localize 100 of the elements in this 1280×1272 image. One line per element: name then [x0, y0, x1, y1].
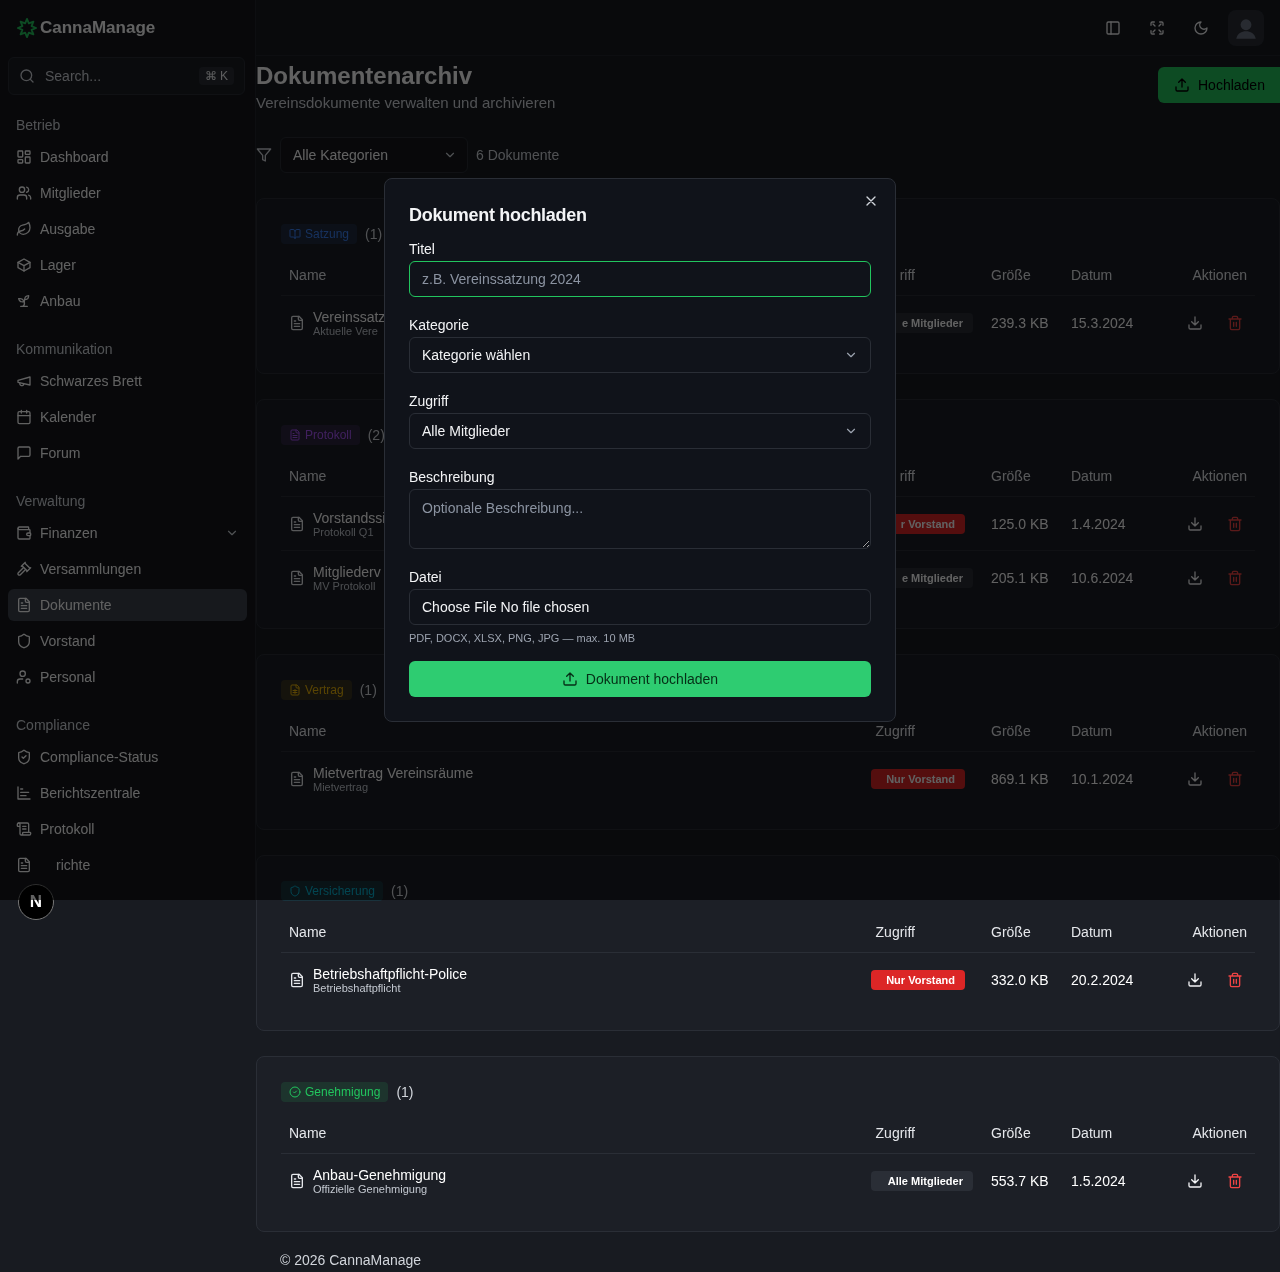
nav-item[interactable]: Ausgabe: [8, 213, 247, 245]
file-input[interactable]: Choose File No file chosen: [409, 589, 871, 625]
moon-icon: [1193, 19, 1209, 36]
column-header: Datum: [1071, 468, 1113, 484]
download-icon: [1187, 971, 1203, 988]
select-field[interactable]: Alle Mitglieder: [409, 413, 871, 449]
date-cell: 15.3.2024: [1071, 314, 1134, 331]
document-name[interactable]: Mietvertrag Vereinsräume: [313, 764, 474, 781]
access-badge: Nur Vorstand: [871, 768, 965, 789]
nav-item[interactable]: richte: [8, 849, 247, 881]
field-label: Beschreibung: [409, 469, 495, 485]
file-icon: [289, 770, 305, 787]
size-cell: 205.1 KB: [991, 569, 1049, 586]
scroll-icon: [16, 821, 32, 837]
category-count: (1): [391, 883, 409, 899]
panel-icon: [1105, 19, 1121, 36]
search-field[interactable]: Search... ⌘ K: [8, 57, 245, 95]
column-header: Datum: [1071, 267, 1113, 283]
dashboard-icon: [16, 149, 32, 165]
file-icon: [289, 569, 305, 586]
column-header: Datum: [1071, 924, 1113, 940]
submit-upload-button[interactable]: Dokument hochladen: [409, 661, 871, 697]
document-name[interactable]: Vereinssatz: [313, 308, 386, 325]
date-cell: 1.5.2024: [1071, 1172, 1126, 1189]
document-description: Mietvertrag: [313, 780, 369, 793]
check-circle-icon: [289, 1086, 301, 1098]
field-label: Titel: [409, 241, 435, 257]
upload-icon: [1174, 77, 1190, 93]
file-icon: [289, 971, 305, 988]
wallet-icon: [16, 525, 32, 541]
description-textarea[interactable]: Optionale Beschreibung...: [409, 489, 871, 549]
category-filter-select[interactable]: Alle Kategorien: [280, 137, 468, 173]
chart-icon: [16, 785, 32, 801]
nav-item[interactable]: Anbau: [8, 285, 247, 317]
category-count: (1): [396, 1084, 414, 1100]
document-name[interactable]: Mitgliederv: [313, 563, 381, 580]
upload-button[interactable]: Hochladen: [1158, 67, 1280, 103]
field-label: Datei: [409, 569, 442, 585]
nav-item[interactable]: Schwarzes Brett: [8, 365, 247, 397]
document-name[interactable]: Anbau-Genehmigung: [313, 1166, 447, 1183]
search-icon: [19, 68, 35, 84]
person-icon: [16, 669, 32, 685]
nav-item[interactable]: Lager: [8, 249, 247, 281]
nav-item[interactable]: Finanzen: [8, 517, 247, 549]
size-cell: 332.0 KB: [991, 971, 1049, 988]
file-icon: [289, 314, 305, 331]
nav-item[interactable]: Dokumente: [8, 589, 247, 621]
column-header: Datum: [1071, 1125, 1113, 1141]
page-subtitle: Vereinsdokumente verwalten und archivieren: [256, 93, 556, 113]
field-label: Kategorie: [409, 317, 469, 333]
nav-item[interactable]: Mitglieder: [8, 177, 247, 209]
nav-item[interactable]: Dashboard: [8, 141, 247, 173]
gavel-icon: [16, 561, 32, 577]
nav-item[interactable]: Forum: [8, 437, 247, 469]
date-cell: 1.4.2024: [1071, 515, 1126, 532]
access-badge: Alle Mitglieder: [871, 1170, 973, 1191]
date-cell: 10.6.2024: [1071, 569, 1134, 586]
nav-item[interactable]: Protokoll: [8, 813, 247, 845]
title-input[interactable]: z.B. Vereinssatzung 2024: [409, 261, 871, 297]
calendar-icon: [16, 409, 32, 425]
chat-icon: [16, 445, 32, 461]
nav-item[interactable]: Versammlungen: [8, 553, 247, 585]
app-logo-text[interactable]: CannaManage: [40, 18, 156, 38]
trash-icon: [1227, 1172, 1243, 1189]
nav-item[interactable]: Vorstand: [8, 625, 247, 657]
column-header: Name: [289, 468, 327, 484]
document-name[interactable]: Vorstandssi: [313, 509, 386, 526]
nav-item[interactable]: Compliance-Status: [8, 741, 247, 773]
date-cell: 10.1.2024: [1071, 770, 1134, 787]
column-header: Größe: [991, 1125, 1031, 1141]
trash-icon: [1227, 569, 1243, 586]
column-header: Aktionen: [1192, 267, 1247, 283]
access-badge: Nur Vorstand: [871, 969, 965, 990]
column-header: Name: [289, 723, 327, 739]
column-header: Größe: [991, 924, 1031, 940]
trash-icon: [1227, 971, 1243, 988]
document-name[interactable]: Betriebshaftpflicht-Police: [313, 965, 468, 982]
nav-item[interactable]: Personal: [8, 661, 247, 693]
file-icon: [289, 429, 301, 441]
box-icon: [16, 257, 32, 273]
dialog-title: Dokument hochladen: [409, 204, 587, 227]
date-cell: 20.2.2024: [1071, 971, 1134, 988]
size-cell: 125.0 KB: [991, 515, 1049, 532]
trash-icon: [1227, 515, 1243, 532]
select-field[interactable]: Kategorie wählen: [409, 337, 871, 373]
spreadsheet-icon: [289, 684, 301, 696]
field-label: Zugriff: [409, 393, 449, 409]
download-icon: [1187, 314, 1203, 331]
upload-icon: [561, 671, 578, 687]
file-icon: [289, 1172, 305, 1189]
nav-item[interactable]: Berichtszentrale: [8, 777, 247, 809]
search-placeholder: Search...: [45, 68, 103, 84]
book-icon: [289, 228, 301, 240]
trash-icon: [1227, 314, 1243, 331]
expand-icon: [1149, 19, 1165, 36]
dev-indicator-badge[interactable]: N: [18, 884, 54, 920]
user-avatar[interactable]: [1228, 9, 1264, 46]
nav-item[interactable]: Kalender: [8, 401, 247, 433]
category-tag[interactable]: Genehmigung: [281, 1082, 389, 1102]
download-icon: [1187, 770, 1203, 787]
